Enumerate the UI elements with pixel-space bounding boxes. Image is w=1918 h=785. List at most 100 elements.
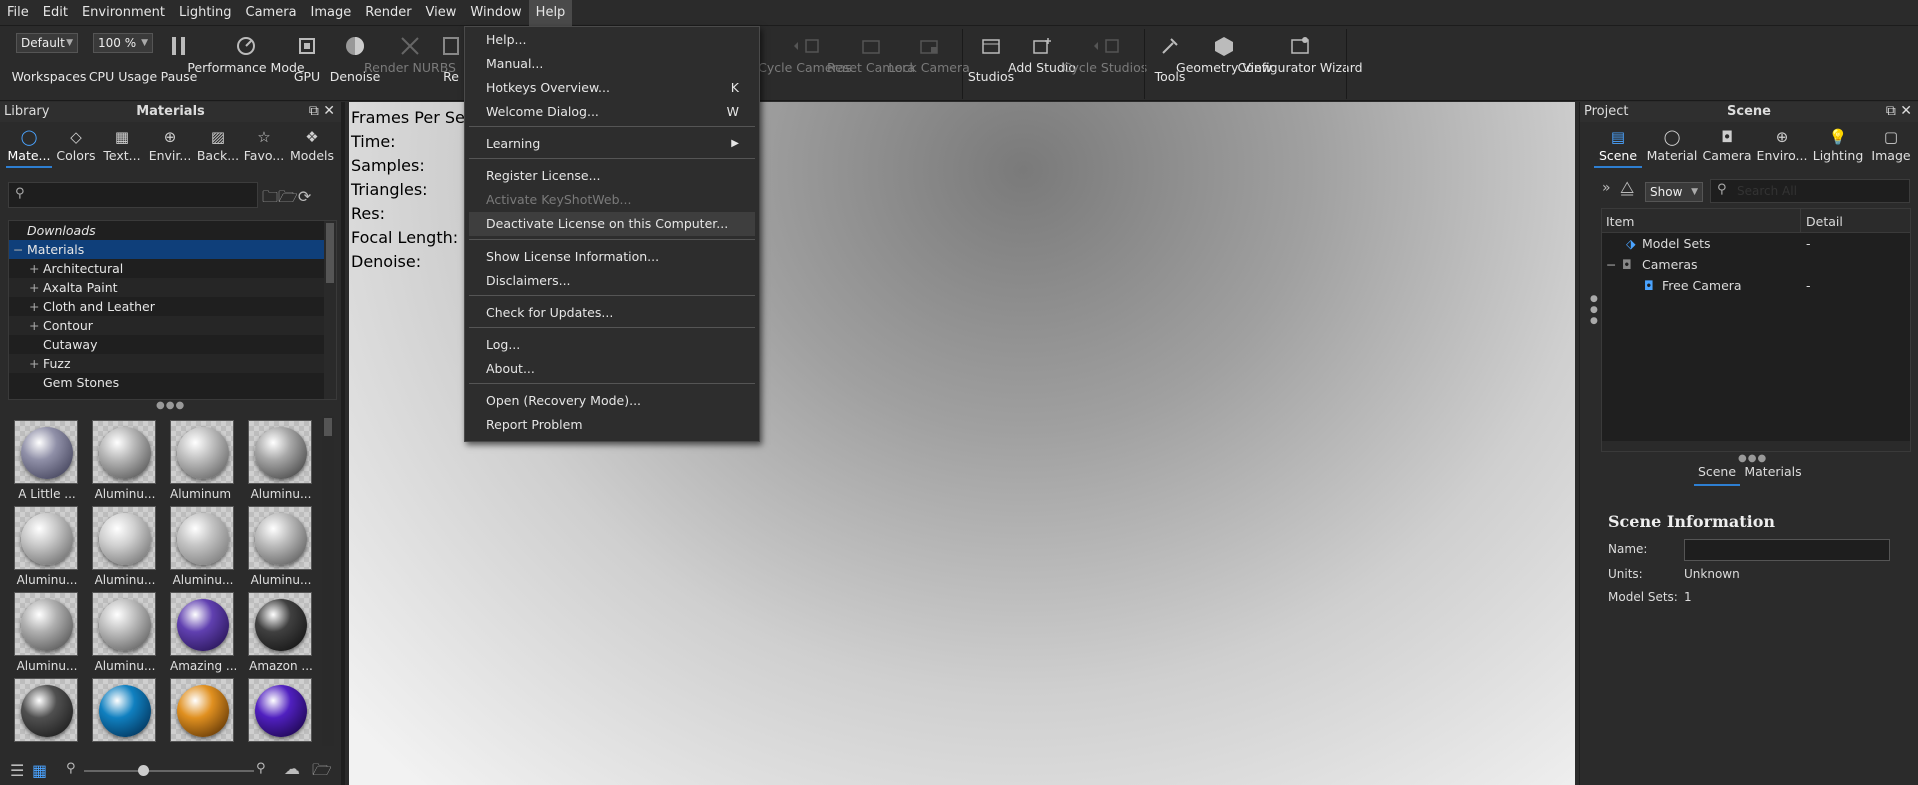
thumbnail[interactable]: Aluminu...: [248, 506, 314, 588]
menu-item-check-updates[interactable]: Check for Updates...: [465, 301, 759, 325]
add-shape-icon[interactable]: ⧋: [1620, 178, 1634, 198]
menu-image[interactable]: Image: [304, 0, 359, 26]
zoom-out-icon[interactable]: ⚲: [66, 761, 76, 776]
scene-tree-hscrollbar[interactable]: [1602, 441, 1910, 451]
scene-search-input[interactable]: ⚲ Search All: [1710, 179, 1910, 203]
performance-mode-button[interactable]: Performance Mode: [187, 27, 305, 101]
menu-item-activate-keyshotweb[interactable]: Activate KeyShotWeb...: [465, 188, 759, 212]
thumbnail-scrollbar[interactable]: [322, 416, 334, 746]
menu-file[interactable]: File: [0, 0, 36, 26]
menu-lighting[interactable]: Lighting: [172, 0, 239, 26]
slider-handle[interactable]: [138, 765, 149, 776]
expand-icon[interactable]: +: [29, 278, 39, 297]
tree-item[interactable]: + Axalta Paint: [9, 278, 336, 297]
grid-view-icon[interactable]: ▦: [32, 761, 47, 780]
menu-edit[interactable]: Edit: [36, 0, 75, 26]
expand-icon[interactable]: +: [29, 297, 39, 316]
menu-item-recovery-mode[interactable]: Open (Recovery Mode)...: [465, 389, 759, 413]
side-splitter-handle[interactable]: ● ● ●: [1590, 294, 1598, 327]
collapse-icon[interactable]: −: [1606, 254, 1616, 275]
tab-environment[interactable]: ⊕ Enviro...: [1754, 124, 1810, 168]
thumbnail[interactable]: Aluminu...: [170, 506, 236, 588]
tab-colors[interactable]: ◇ Colors: [54, 124, 98, 168]
thumbnail[interactable]: Aluminu...: [92, 420, 158, 502]
thumbnail[interactable]: [14, 678, 80, 746]
expand-icon[interactable]: +: [29, 316, 39, 335]
undock-icon[interactable]: ⧉: [1886, 103, 1896, 119]
thumbnail[interactable]: Aluminu...: [248, 420, 314, 502]
thumbnail[interactable]: [170, 678, 236, 746]
region-button[interactable]: Re: [440, 27, 462, 101]
menu-item-help[interactable]: Help...: [465, 28, 759, 52]
menu-item-learning[interactable]: Learning ▶: [465, 132, 759, 156]
menu-item-disclaimers[interactable]: Disclaimers...: [465, 269, 759, 293]
splitter-handle[interactable]: ●●●: [1738, 453, 1767, 464]
cycle-studios-button[interactable]: Cycle Studios: [1063, 27, 1147, 101]
menu-item-about[interactable]: About...: [465, 357, 759, 381]
menu-environment[interactable]: Environment: [75, 0, 172, 26]
library-search-input[interactable]: ⚲: [8, 182, 258, 208]
lock-camera-button[interactable]: Lock Camera: [888, 27, 970, 101]
tab-lighting[interactable]: 💡 Lighting: [1810, 124, 1866, 168]
thumbnail[interactable]: Amazon ...: [248, 592, 314, 674]
tab-favorites[interactable]: ☆ Favo...: [242, 124, 286, 168]
cloud-upload-icon[interactable]: ☁: [284, 759, 300, 778]
refresh-icon[interactable]: ⟳: [298, 187, 311, 206]
tree-item[interactable]: + Architectural: [9, 259, 336, 278]
undock-icon[interactable]: ⧉: [309, 103, 319, 119]
configurator-wizard-button[interactable]: Configurator Wizard: [1237, 27, 1363, 101]
menu-item-report-problem[interactable]: Report Problem: [465, 413, 759, 437]
splitter-handle[interactable]: ●●●: [156, 400, 185, 411]
tree-item[interactable]: + Contour: [9, 316, 336, 335]
expand-icon[interactable]: +: [29, 354, 39, 373]
folder-icon[interactable]: 🗀: [262, 187, 278, 206]
thumbnail[interactable]: Aluminum ...: [170, 420, 236, 502]
col-detail[interactable]: Detail: [1806, 214, 1843, 229]
tree-item[interactable]: + Cloth and Leather: [9, 297, 336, 316]
render-nurbs-button[interactable]: Render NURBS: [364, 27, 456, 101]
thumbnail[interactable]: A Little ...: [14, 420, 80, 502]
close-icon[interactable]: ✕: [1900, 103, 1912, 119]
tree-item[interactable]: + Fuzz: [9, 354, 336, 373]
scene-name-input[interactable]: [1684, 539, 1890, 561]
tab-material[interactable]: ◯ Material: [1644, 124, 1700, 168]
collapse-icon[interactable]: −: [13, 240, 23, 259]
scene-subtab-materials[interactable]: Materials: [1743, 464, 1803, 486]
menu-view[interactable]: View: [419, 0, 464, 26]
expand-icon[interactable]: +: [29, 259, 39, 278]
add-studio-button[interactable]: Add Studio: [1008, 27, 1076, 101]
tree-item[interactable]: Downloads: [9, 221, 336, 240]
gpu-button[interactable]: GPU: [290, 27, 324, 101]
folder-add-icon[interactable]: 🗁: [278, 187, 298, 206]
menu-item-welcome[interactable]: Welcome Dialog... W: [465, 100, 759, 124]
tab-models[interactable]: ❖ Models: [288, 124, 336, 168]
workspaces-button[interactable]: Workspaces: [12, 27, 87, 101]
tree-scrollbar[interactable]: [324, 221, 336, 399]
menu-item-log[interactable]: Log...: [465, 333, 759, 357]
menu-item-show-license[interactable]: Show License Information...: [465, 245, 759, 269]
show-combo[interactable]: Show ▼: [1645, 182, 1703, 202]
scene-subtab-scene[interactable]: Scene: [1694, 464, 1740, 486]
tree-item[interactable]: Gem Stones: [9, 373, 336, 392]
thumbnail[interactable]: Aluminu...: [14, 592, 80, 674]
menu-camera[interactable]: Camera: [239, 0, 304, 26]
close-icon[interactable]: ✕: [323, 103, 335, 119]
menu-render[interactable]: Render: [358, 0, 418, 26]
expand-all-icon[interactable]: »: [1602, 180, 1611, 196]
thumbnail[interactable]: Amazing ...: [170, 592, 236, 674]
tab-materials[interactable]: ◯ Mate...: [6, 124, 52, 168]
thumbnail[interactable]: [248, 678, 314, 746]
tab-environments[interactable]: ⊕ Envir...: [146, 124, 194, 168]
tree-item[interactable]: Cutaway: [9, 335, 336, 354]
menu-item-hotkeys[interactable]: Hotkeys Overview... K: [465, 76, 759, 100]
thumbnail[interactable]: Aluminu...: [14, 506, 80, 588]
menu-item-deactivate-license[interactable]: Deactivate License on this Computer...: [469, 212, 755, 236]
tab-backplates[interactable]: ▨ Back...: [196, 124, 240, 168]
menu-item-register-license[interactable]: Register License...: [465, 164, 759, 188]
zoom-in-icon[interactable]: ⚲: [256, 761, 266, 776]
folder-import-icon[interactable]: 🗁: [312, 759, 332, 785]
menu-window[interactable]: Window: [463, 0, 528, 26]
cpu-usage-button[interactable]: CPU Usage: [89, 27, 157, 101]
thumbnail[interactable]: Aluminu...: [92, 506, 158, 588]
thumbnail-size-slider[interactable]: [84, 770, 254, 772]
